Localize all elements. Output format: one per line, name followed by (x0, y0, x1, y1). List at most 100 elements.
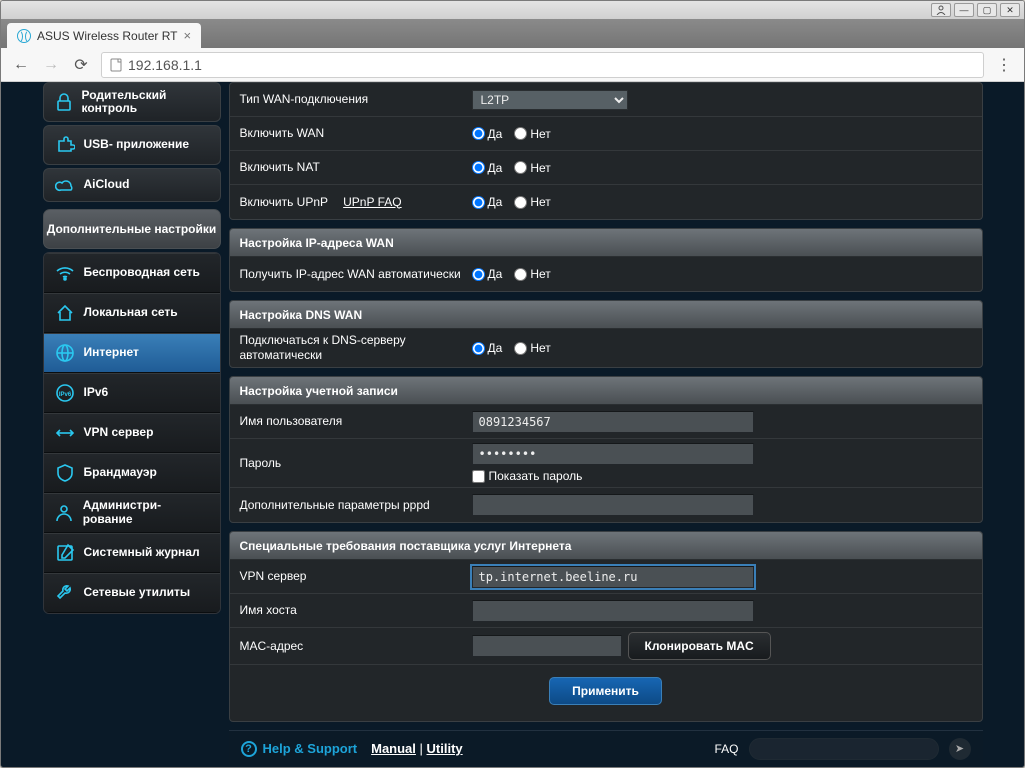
panel-basic: Тип WAN-подключения L2TP Включить WAN Да… (229, 82, 983, 220)
wifi-icon (54, 262, 76, 284)
enable-nat-no[interactable]: Нет (514, 161, 550, 175)
dns-auto-no[interactable]: Нет (514, 341, 550, 355)
sidebar-section-title: Дополнительные настройки (43, 209, 221, 249)
sidebar-item-nettools[interactable]: Сетевые утилиты (44, 573, 220, 613)
enable-upnp-yes[interactable]: Да (472, 195, 503, 209)
user-icon[interactable] (931, 3, 951, 17)
wifi-favicon-icon (17, 29, 31, 43)
cloud-icon (54, 174, 76, 196)
clone-mac-button[interactable]: Клонировать MAC (628, 632, 771, 660)
sidebar-item-label: USB- приложение (84, 138, 190, 151)
wan-type-select[interactable]: L2TP (472, 90, 628, 110)
sidebar-item-vpn[interactable]: VPN сервер (44, 413, 220, 453)
sidebar-item-label: Локальная сеть (84, 306, 178, 320)
dns-auto-yes[interactable]: Да (472, 341, 503, 355)
username-input[interactable] (472, 411, 754, 433)
footer-bar: ? Help & Support Manual | Utility FAQ ➤ (229, 730, 983, 766)
wan-type-label: Тип WAN-подключения (240, 92, 472, 107)
utility-link[interactable]: Utility (427, 741, 463, 756)
tools-icon (54, 582, 76, 604)
shield-icon (54, 462, 76, 484)
panel-isp: Специальные требования поставщика услуг … (229, 531, 983, 722)
enable-nat-label: Включить NAT (240, 160, 472, 175)
sidebar-item-wireless[interactable]: Беспроводная сеть (44, 253, 220, 293)
enable-nat-yes[interactable]: Да (472, 161, 503, 175)
faq-search-button[interactable]: ➤ (949, 738, 971, 760)
forward-icon[interactable]: → (41, 56, 61, 74)
sidebar-item-internet[interactable]: Интернет (44, 333, 220, 373)
ip-auto-yes[interactable]: Да (472, 267, 503, 281)
apply-button[interactable]: Применить (549, 677, 662, 705)
reload-icon[interactable]: ⟳ (71, 55, 91, 75)
sidebar-item-label: Брандмауэр (84, 466, 157, 480)
hostname-input[interactable] (472, 600, 754, 622)
vpn-icon (54, 422, 76, 444)
faq-label: FAQ (714, 742, 738, 756)
password-label: Пароль (240, 456, 472, 471)
lock-icon (54, 91, 74, 113)
globe-icon (54, 342, 76, 364)
enable-upnp-label: Включить UPnP UPnP FAQ (240, 195, 472, 210)
faq-search-input[interactable] (749, 738, 939, 760)
panel-dns-wan: Настройка DNS WAN Подключаться к DNS-сер… (229, 300, 983, 368)
sidebar-item-usb[interactable]: USB- приложение (43, 125, 221, 165)
ip-auto-label: Получить IP-адрес WAN автоматически (240, 267, 472, 282)
sidebar-item-ipv6[interactable]: IPv6 IPv6 (44, 373, 220, 413)
main-content: Тип WAN-подключения L2TP Включить WAN Да… (229, 82, 983, 767)
sidebar-item-lan[interactable]: Локальная сеть (44, 293, 220, 333)
enable-wan-yes[interactable]: Да (472, 127, 503, 141)
enable-wan-no[interactable]: Нет (514, 127, 550, 141)
ipv6-icon: IPv6 (54, 382, 76, 404)
sidebar-item-parental[interactable]: Родительский контроль (43, 82, 221, 122)
sidebar-item-label: Родительский контроль (82, 89, 210, 115)
mac-input[interactable] (472, 635, 622, 657)
enable-upnp-no[interactable]: Нет (514, 195, 550, 209)
svg-text:IPv6: IPv6 (58, 392, 71, 398)
upnp-faq-link[interactable]: UPnP FAQ (343, 195, 401, 209)
enable-wan-label: Включить WAN (240, 126, 472, 141)
vpn-server-label: VPN сервер (240, 569, 472, 584)
vpn-server-input[interactable] (472, 566, 754, 588)
page-icon (110, 58, 122, 72)
tab-title: ASUS Wireless Router RT (37, 29, 177, 43)
help-support-link[interactable]: ? Help & Support (241, 741, 358, 757)
log-icon (54, 542, 76, 564)
help-icon: ? (241, 741, 257, 757)
panel-ip-wan: Настройка IP-адреса WAN Получить IP-адре… (229, 228, 983, 292)
admin-icon (54, 502, 75, 524)
window-title-bar: — ▢ ✕ (1, 1, 1024, 19)
panel-account-title: Настройка учетной записи (230, 377, 982, 405)
mac-label: MAC-адрес (240, 639, 472, 654)
password-input[interactable] (472, 443, 754, 465)
sidebar-item-label: Сетевые утилиты (84, 586, 191, 600)
sidebar-item-label: Беспроводная сеть (84, 266, 200, 280)
tab-close-icon[interactable]: × (183, 28, 191, 43)
show-password-toggle[interactable]: Показать пароль (472, 469, 754, 483)
sidebar-item-label: Администри- рование (83, 499, 210, 527)
sidebar-item-label: Интернет (84, 346, 139, 360)
pppd-input[interactable] (472, 494, 754, 516)
minimize-icon[interactable]: — (954, 3, 974, 17)
maximize-icon[interactable]: ▢ (977, 3, 997, 17)
pppd-label: Дополнительные параметры pppd (240, 498, 472, 513)
panel-account: Настройка учетной записи Имя пользовател… (229, 376, 983, 523)
panel-dns-title: Настройка DNS WAN (230, 301, 982, 329)
sidebar-item-admin[interactable]: Администри- рование (44, 493, 220, 533)
sidebar-item-aicloud[interactable]: AiCloud (43, 168, 221, 202)
panel-isp-title: Специальные требования поставщика услуг … (230, 532, 982, 560)
ip-auto-no[interactable]: Нет (514, 267, 550, 281)
menu-dots-icon[interactable]: ⋮ (994, 55, 1014, 75)
url-text: 192.168.1.1 (128, 57, 202, 73)
manual-link[interactable]: Manual (371, 741, 416, 756)
sidebar-item-syslog[interactable]: Системный журнал (44, 533, 220, 573)
close-icon[interactable]: ✕ (1000, 3, 1020, 17)
url-input[interactable]: 192.168.1.1 (101, 52, 984, 78)
sidebar: Родительский контроль USB- приложение Ai… (43, 82, 221, 767)
browser-tab[interactable]: ASUS Wireless Router RT × (7, 23, 201, 48)
browser-tab-strip: ASUS Wireless Router RT × (1, 19, 1024, 48)
sidebar-item-firewall[interactable]: Брандмауэр (44, 453, 220, 493)
footer-links: Manual | Utility (371, 741, 463, 756)
sidebar-item-label: Системный журнал (84, 546, 200, 560)
back-icon[interactable]: ← (11, 56, 31, 74)
address-bar: ← → ⟳ 192.168.1.1 ⋮ (1, 48, 1024, 82)
